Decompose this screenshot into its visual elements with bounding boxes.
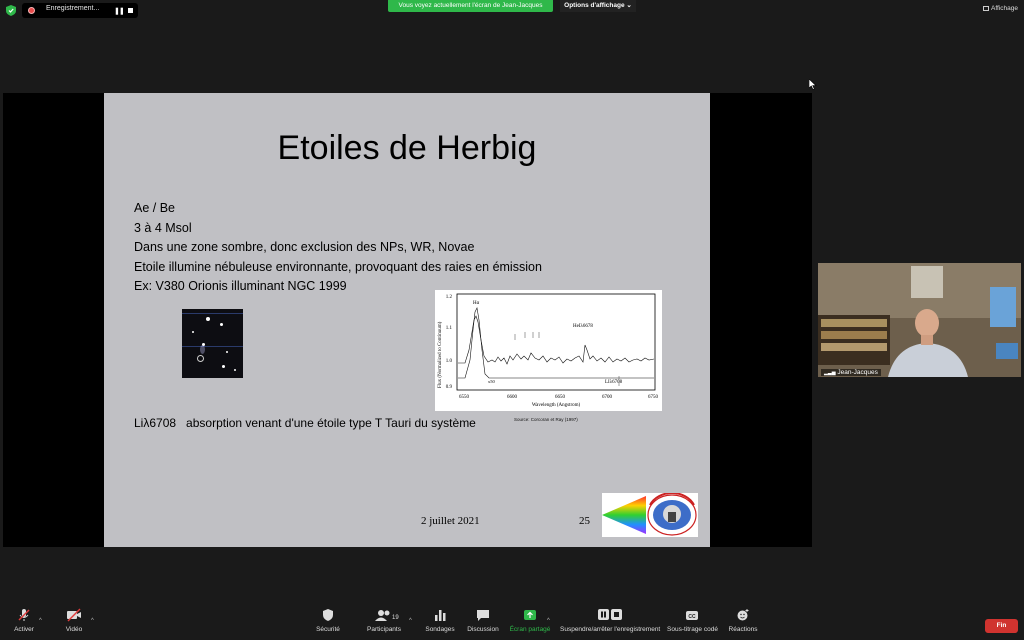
figure-source: Source: Corcoran et Ray (1997) — [514, 417, 578, 422]
view-button-label: Affichage — [991, 5, 1018, 12]
emoji-add-icon — [737, 609, 749, 621]
mouse-cursor-icon — [809, 79, 817, 90]
recording-control-label: Suspendre/arrêter l'enregistrement — [560, 626, 661, 633]
club-logo — [602, 493, 698, 537]
slide-bullets: Ae / Be 3 à 4 Msol Dans une zone sombre,… — [134, 199, 542, 297]
chevron-up-icon[interactable]: ^ — [91, 618, 94, 624]
view-button[interactable]: Affichage — [983, 5, 1018, 12]
chevron-up-icon[interactable]: ^ — [409, 618, 412, 624]
participant-name-label: Jean-Jacques — [837, 369, 878, 376]
video-label: Vidéo — [65, 626, 83, 633]
mic-muted-icon — [18, 609, 30, 621]
li-label: LIλ6708 — [605, 380, 623, 385]
slide-number: 25 — [579, 515, 590, 527]
hei-label: HeIλ6678 — [573, 324, 593, 329]
recording-indicator: Enregistrement... ❚❚ — [22, 3, 138, 18]
xtick-label: 6550 — [459, 395, 470, 400]
security-shield-icon — [6, 5, 16, 16]
xtick-label: 6700 — [602, 395, 613, 400]
shield-icon — [323, 609, 333, 621]
slide-title: Etoiles de Herbig — [277, 129, 537, 167]
poll-chart-icon — [435, 610, 446, 621]
security-button[interactable]: Sécurité — [312, 608, 344, 633]
chevron-up-icon[interactable]: ^ — [39, 618, 42, 624]
start-video-button[interactable]: Vidéo — [63, 608, 85, 633]
participant-name: ▂▃▅ Jean-Jacques — [821, 369, 881, 376]
polls-button[interactable]: Sondages — [424, 608, 456, 633]
closed-caption-label: Sous-titrage codé — [667, 626, 718, 633]
end-meeting-button[interactable]: Fin — [985, 619, 1018, 633]
bullet-line: Etoile illumine nébuleuse environnante, … — [134, 259, 542, 274]
participants-icon — [375, 610, 390, 621]
unmute-button[interactable]: Activer — [12, 608, 36, 633]
record-icon — [28, 7, 35, 14]
reactions-label: Réactions — [728, 626, 758, 633]
participant-video[interactable]: ▂▃▅ Jean-Jacques — [818, 263, 1021, 377]
view-options-button[interactable]: Options d'affichage ⌄ — [560, 0, 636, 12]
spectrum-x-label: Wavelength (Angstrom) — [532, 403, 581, 408]
presentation-slide: Etoiles de Herbig Ae / Be 3 à 4 Msol Dan… — [104, 93, 710, 547]
bullet-line: Ae / Be — [134, 201, 175, 215]
chat-button[interactable]: Discussion — [466, 608, 500, 633]
chat-label: Discussion — [467, 626, 499, 633]
shared-screen: Etoiles de Herbig Ae / Be 3 à 4 Msol Dan… — [3, 93, 812, 547]
spectrum-figure: Flux (Normalized to Continuum) 1.2 1.1 1… — [435, 290, 662, 411]
slide-date: 2 juillet 2021 — [421, 515, 480, 527]
spectrum-y-label: Flux (Normalized to Continuum) — [438, 321, 443, 388]
xtick-label: 6600 — [507, 395, 518, 400]
recording-label: Enregistrement... — [46, 5, 100, 12]
view-options-label: Options d'affichage — [564, 2, 625, 9]
share-screen-icon — [524, 610, 536, 620]
share-screen-button[interactable]: Écran partagé — [509, 608, 551, 633]
ytick-label: 1.2 — [446, 295, 453, 300]
pause-stop-recording-button[interactable]: Suspendre/arrêter l'enregistrement — [560, 608, 660, 633]
participants-label: Participants — [367, 626, 401, 633]
ytick-label: 0.9 — [446, 385, 453, 390]
closed-caption-button[interactable]: CC Sous-titrage codé — [667, 608, 718, 633]
li-description: absorption venant d'une étoile type T Ta… — [186, 416, 476, 430]
bullet-line: 3 à 4 Msol — [134, 220, 192, 235]
ytick-label: 1.1 — [446, 326, 453, 331]
ytick-label: 1.0 — [446, 359, 453, 364]
signal-strength-icon: ▂▃▅ — [824, 370, 836, 376]
halpha-label: Hα — [473, 301, 480, 306]
meeting-toolbar: Activer ^ Vidéo ^ Sécurité Participants … — [0, 608, 1024, 640]
bullet-line: Dans une zone sombre, donc exclusion des… — [134, 240, 475, 255]
gallery-icon — [983, 6, 990, 11]
chevron-up-icon[interactable]: ^ — [547, 618, 550, 624]
li-wavelength: Liλ6708 — [134, 416, 177, 430]
x50-label: x50 — [488, 379, 496, 384]
polls-label: Sondages — [425, 626, 455, 633]
share-screen-label: Écran partagé — [509, 626, 551, 633]
participant-count: 19 — [392, 615, 399, 621]
svg-text:CC: CC — [688, 614, 696, 620]
unmute-label: Activer — [14, 626, 34, 633]
star-field-image — [182, 309, 243, 378]
reactions-button[interactable]: Réactions — [728, 608, 758, 633]
screen-share-banner: Vous voyez actuellement l'écran de Jean-… — [388, 0, 553, 12]
xtick-label: 6750 — [648, 395, 659, 400]
pause-recording-icon[interactable]: ❚❚ — [114, 7, 125, 15]
chevron-down-icon: ⌄ — [626, 2, 632, 9]
stop-recording-icon[interactable] — [128, 8, 133, 13]
security-label: Sécurité — [316, 626, 340, 633]
cc-icon: CC — [686, 611, 698, 620]
video-off-icon — [67, 608, 81, 622]
pause-stop-icon — [598, 609, 622, 620]
chat-bubble-icon — [477, 610, 489, 621]
li-line: Liλ6708 absorption venant d'une étoile ty… — [134, 416, 476, 430]
xtick-label: 6650 — [555, 395, 566, 400]
